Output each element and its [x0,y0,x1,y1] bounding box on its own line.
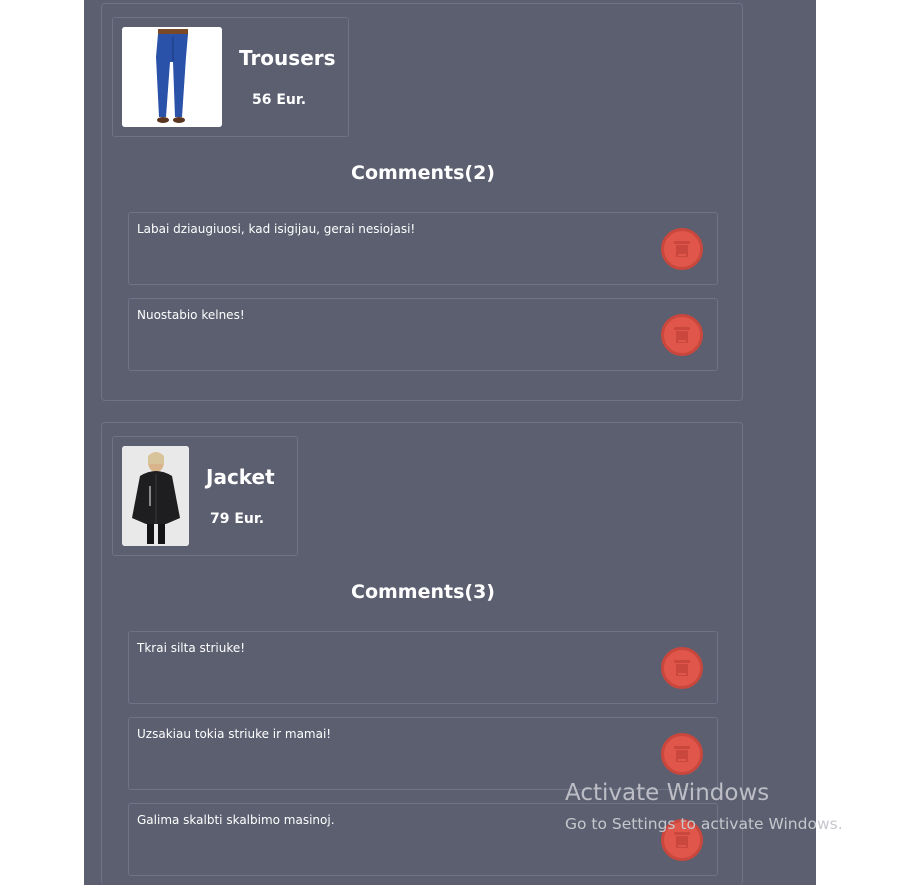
product-price: 56 Eur. [252,92,307,108]
activate-windows-subtitle: Go to Settings to activate Windows. [565,815,843,833]
delete-comment-button[interactable] [661,314,703,356]
product-image-jacket [122,446,189,546]
product-name: Jacket [206,465,275,489]
product-price: 79 Eur. [210,511,265,527]
delete-comment-button[interactable] [661,647,703,689]
comments-title: Comments(3) [351,581,495,603]
activate-windows-title: Activate Windows [565,780,770,806]
comment-item: Galima skalbti skalbimo masinoj. [128,803,718,876]
comment-text: Nuostabio kelnes! [137,308,245,322]
delete-comment-button[interactable] [661,228,703,270]
product-header: Jacket 79 Eur. [112,436,298,556]
comment-item: Labai dziaugiuosi, kad isigijau, gerai n… [128,212,718,285]
product-name: Trousers [239,46,336,70]
comment-text: Galima skalbti skalbimo masinoj. [137,813,335,827]
trash-icon [674,241,690,257]
delete-comment-button[interactable] [661,733,703,775]
comment-text: Tkrai silta striuke! [137,641,246,655]
comment-item: Tkrai silta striuke! [128,631,718,704]
comment-text: Labai dziaugiuosi, kad isigijau, gerai n… [137,222,416,236]
comment-text: Uzsakiau tokia striuke ir mamai! [137,727,332,741]
product-image-trousers [122,27,222,127]
product-header: Trousers 56 Eur. [112,17,349,137]
product-card-trousers: Trousers 56 Eur. Comments(2) Labai dziau… [101,3,743,401]
trash-icon [674,746,690,762]
trash-icon [674,327,690,343]
trash-icon [674,660,690,676]
comment-item: Nuostabio kelnes! [128,298,718,371]
comments-title: Comments(2) [351,162,495,184]
trash-icon [674,832,690,848]
